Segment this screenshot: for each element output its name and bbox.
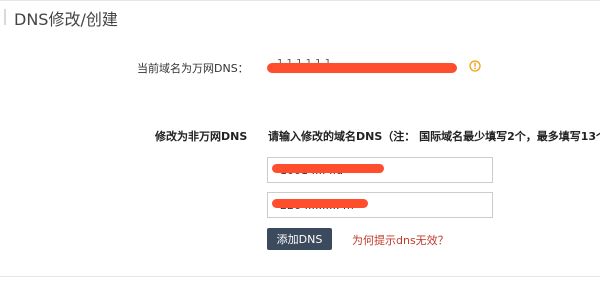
dns-invalid-help-link[interactable]: 为何提示dns无效？ [352,232,449,248]
bottom-divider [0,276,600,277]
redaction-mark [267,63,457,73]
title-accent-bar [4,9,6,25]
modify-dns-label: 修改为非万网DNS [155,130,248,143]
current-dns-label: 当前域名为万网DNS： [137,62,249,75]
dns-instruction: 请输入修改的域名DNS（注： 国际域名最少填写2个，最多填写13个 ） [268,130,600,143]
redaction-mark [272,199,368,208]
page-title: DNS修改/创建 [14,10,118,29]
title-bar: DNS修改/创建 [0,0,600,34]
add-dns-button[interactable]: 添加DNS [267,228,332,250]
info-circle-icon[interactable] [469,60,481,72]
current-dns-value: 1 1 1 1 1 1 [267,58,457,74]
redaction-mark [272,164,384,173]
dns-settings-page: DNS修改/创建 当前域名为万网DNS： 1 1 1 1 1 1 修改为非万网D… [0,0,600,290]
